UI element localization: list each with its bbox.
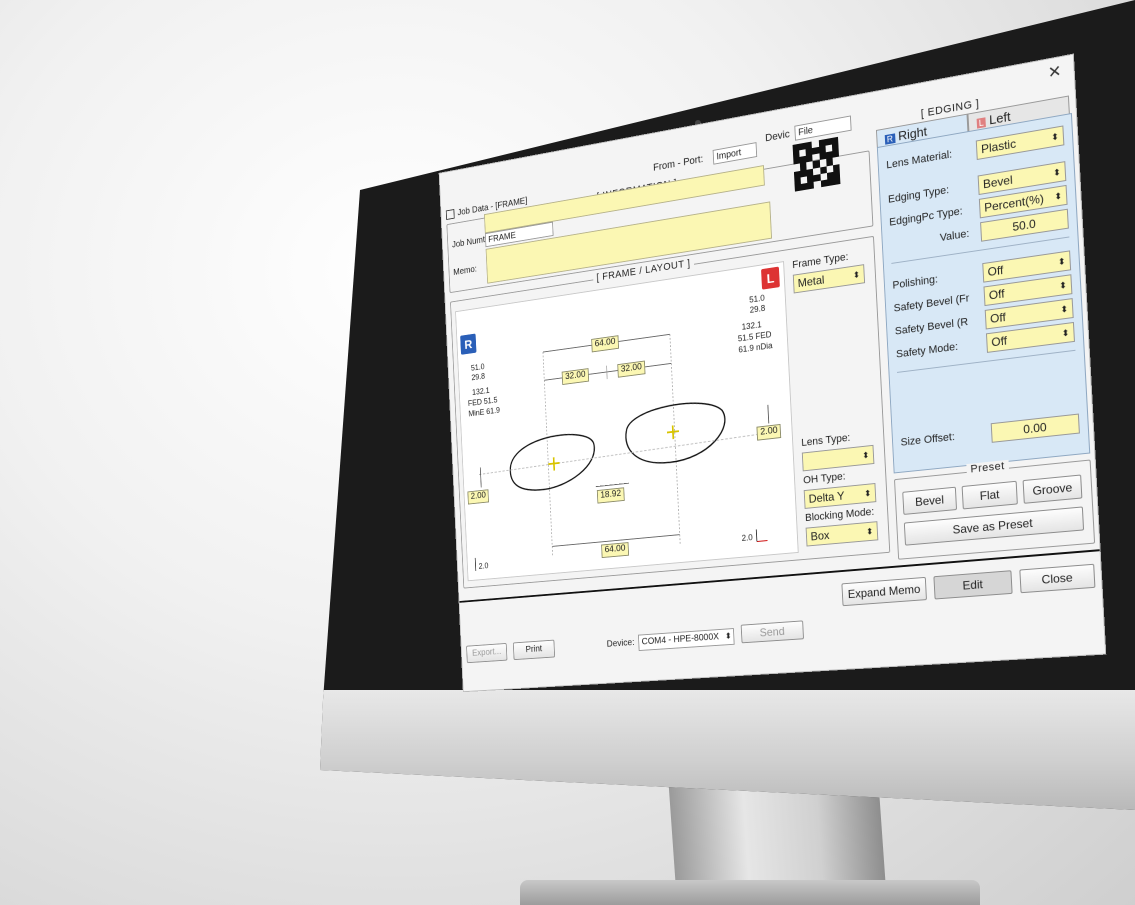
edging-type-label: Edging Type: — [887, 184, 950, 206]
safety-mode-value: Off — [991, 333, 1008, 350]
flat-preset-button[interactable]: Flat — [961, 480, 1018, 510]
expand-memo-button[interactable]: Expand Memo — [841, 576, 927, 607]
chevron-down-icon: ⬍ — [852, 269, 861, 281]
chevron-down-icon: ⬍ — [1057, 256, 1066, 268]
corner-right-value: 2.0 — [741, 532, 753, 543]
close-window-icon[interactable]: ✕ — [1047, 61, 1062, 83]
lens-material-select[interactable]: Plastic ⬍ — [975, 125, 1065, 161]
monitor-stand-base — [520, 880, 980, 905]
chevron-down-icon: ⬍ — [1054, 190, 1063, 202]
left-tab-badge: L — [976, 117, 986, 129]
device-select[interactable]: COM4 - HPE-8000X ⬍ — [637, 628, 735, 652]
value-label: Value: — [939, 227, 970, 245]
from-port-field[interactable]: Import — [712, 142, 758, 165]
edit-button[interactable]: Edit — [933, 570, 1013, 600]
dim-bridge: 18.92 — [596, 487, 625, 504]
job-data-window: ✕ Job Data - [FRAME] [ INFORMATION ] Fro… — [438, 53, 1107, 693]
chevron-down-icon: ⬍ — [1060, 303, 1069, 315]
screen: ✕ Job Data - [FRAME] [ INFORMATION ] Fro… — [348, 42, 1108, 702]
window-icon — [445, 209, 455, 220]
chevron-down-icon: ⬍ — [1050, 131, 1060, 143]
from-port-label: From - Port: — [652, 153, 704, 174]
device-select-value: COM4 - HPE-8000X — [641, 631, 720, 648]
device-label: Device: — [606, 637, 635, 650]
device-source-label: Devic — [764, 128, 791, 145]
qr-code-icon — [792, 136, 841, 192]
size-offset-label: Size Offset: — [900, 431, 956, 449]
frame-canvas[interactable]: R L 51.0 29.8 132.1 FED 51.5 MinE 61.9 5… — [455, 261, 799, 582]
size-offset-value: 0.00 — [1022, 420, 1047, 437]
export-button[interactable]: Export... — [466, 642, 508, 664]
chevron-down-icon: ⬍ — [1058, 279, 1068, 291]
close-button[interactable]: Close — [1019, 563, 1096, 594]
send-button[interactable]: Send — [740, 620, 804, 644]
right-tab-badge: R — [884, 133, 896, 145]
device-source-field[interactable]: File — [794, 115, 852, 141]
safety-bevel-r-label: Safety Bevel (R — [894, 316, 969, 338]
dim-right-height: 2.00 — [467, 489, 490, 505]
safety-bevel-fr-label: Safety Bevel (Fr — [893, 292, 970, 315]
corner-left-value: 2.0 — [478, 561, 489, 571]
print-button[interactable]: Print — [512, 639, 556, 661]
size-offset-field[interactable]: 0.00 — [990, 413, 1080, 443]
safety-mode-label: Safety Mode: — [895, 340, 959, 361]
chevron-down-icon: ⬍ — [861, 450, 870, 461]
safety-bevel-r-value: Off — [989, 310, 1007, 326]
dim-bottom-total: 64.00 — [601, 542, 630, 559]
chevron-down-icon: ⬍ — [863, 488, 872, 499]
chevron-down-icon: ⬍ — [1061, 327, 1070, 339]
polishing-value: Off — [987, 263, 1004, 280]
chevron-down-icon: ⬍ — [865, 526, 874, 537]
blocking-mode-value: Box — [810, 528, 830, 544]
chevron-down-icon: ⬍ — [724, 631, 732, 641]
bevel-preset-button[interactable]: Bevel — [902, 486, 958, 515]
chevron-down-icon: ⬍ — [1052, 166, 1061, 179]
lens-material-value: Plastic — [980, 136, 1017, 157]
frame-type-value: Metal — [797, 272, 825, 291]
edging-panel: Lens Material: Plastic ⬍ Edging Type: Bev… — [876, 112, 1091, 474]
polishing-label: Polishing: — [892, 273, 939, 292]
edging-type-value: Bevel — [982, 172, 1013, 192]
dim-left-height: 2.00 — [756, 423, 782, 441]
edging-pos-type-value: Percent(%) — [983, 191, 1045, 215]
edging-pos-type-label: EdgingPc Type: — [888, 205, 963, 229]
value-field-text: 50.0 — [1012, 216, 1037, 235]
safety-bevel-fr-value: Off — [988, 286, 1005, 303]
oh-type-value: Delta Y — [808, 488, 845, 506]
lens-material-label: Lens Material: — [886, 148, 953, 172]
